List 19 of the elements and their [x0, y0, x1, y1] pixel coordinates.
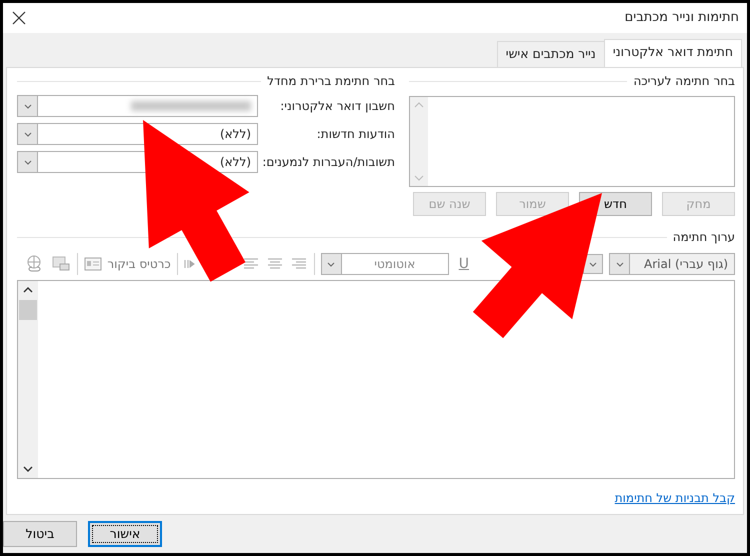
combo-value: (ללא): [218, 154, 252, 171]
window-title: חתימות ונייר מכתבים: [624, 9, 739, 28]
dialog-button[interactable]: אישור: [88, 521, 162, 547]
tab[interactable]: חתימת דואר אלקטרוני: [604, 39, 742, 67]
section-title: ערוך חתימה: [672, 229, 735, 246]
combo-value: (ללא): [218, 126, 252, 143]
business-card-button[interactable]: כרטיס ביקור: [84, 255, 171, 273]
font-combo[interactable]: Arial (גוף עברי): [609, 253, 735, 275]
font-color-combo[interactable]: אוטומטי: [320, 253, 449, 275]
field-label: הודעות חדשות:: [316, 126, 395, 143]
underline-button[interactable]: U: [454, 254, 473, 274]
field-label: חשבון דואר אלקטרוני:: [279, 98, 395, 115]
tab[interactable]: נייר מכתבים אישי: [496, 41, 605, 67]
default-signature-combo[interactable]: (ללא): [17, 123, 258, 145]
dialog-button[interactable]: ביטול: [3, 521, 77, 547]
section-title: בחר חתימה לעריכה: [633, 73, 735, 90]
templates-link[interactable]: קבל תבניות של חתימות: [614, 491, 735, 505]
section-title: בחר חתימת ברירת מחדל: [267, 73, 395, 90]
field-label: תשובות/העברות לנמענים:: [261, 154, 395, 171]
